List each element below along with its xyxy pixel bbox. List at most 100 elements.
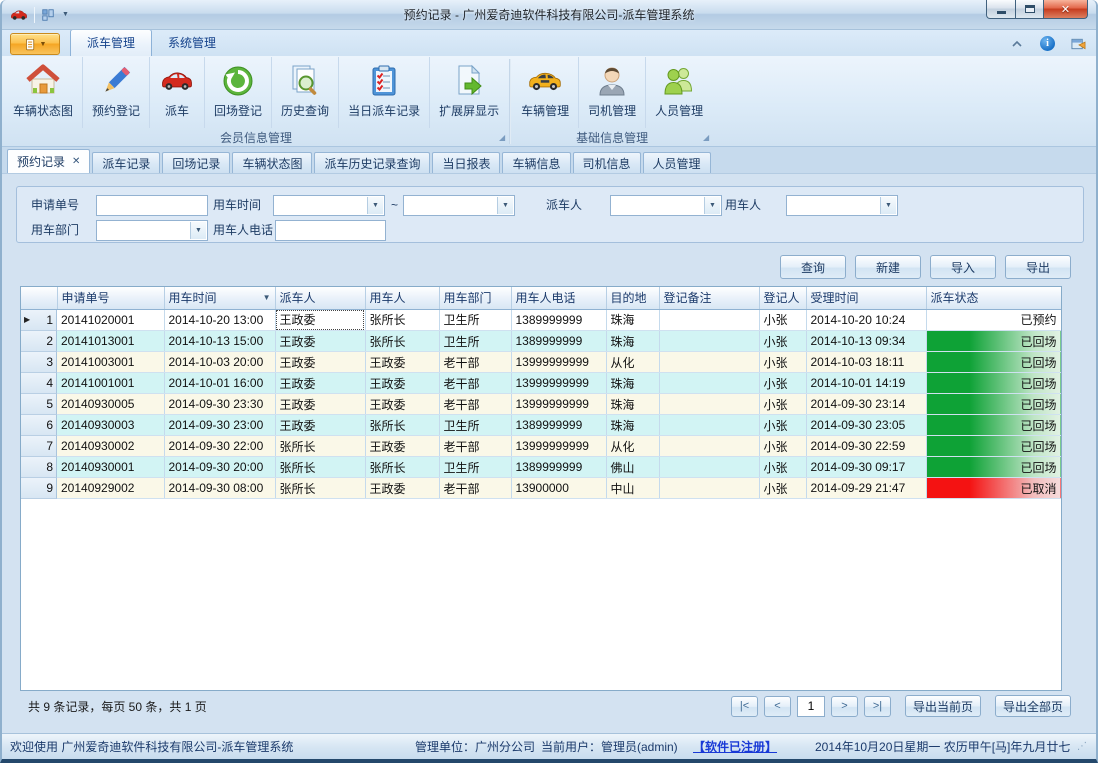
cell[interactable]: 王政委 <box>275 352 365 373</box>
ribbon-button-extend-screen[interactable]: 扩展屏显示 <box>430 57 508 128</box>
minimize-button[interactable] <box>986 0 1016 19</box>
table-row[interactable]: 9201409290022014-09-30 08:00张所长王政委老干部139… <box>21 478 1061 499</box>
next-page-button[interactable]: > <box>831 696 858 717</box>
row-indicator-cell[interactable]: ▶1 <box>21 310 57 331</box>
cell[interactable]: 2014-09-30 08:00 <box>164 478 275 499</box>
cell[interactable]: 张所长 <box>275 457 365 478</box>
cell[interactable]: 佛山 <box>606 457 659 478</box>
dispatch-status-cell[interactable]: 已回场 <box>926 415 1061 436</box>
column-header[interactable]: 受理时间 <box>806 287 926 309</box>
cell[interactable]: 2014-09-30 23:14 <box>806 394 926 415</box>
ribbon-button-recycle[interactable]: 回场登记 <box>205 57 272 128</box>
ribbon-tab-inactive[interactable]: 系统管理 <box>152 30 232 56</box>
cell[interactable]: 2014-09-30 22:00 <box>164 436 275 457</box>
cell[interactable]: 王政委 <box>275 331 365 352</box>
application-menu-button[interactable]: ▼ <box>10 33 60 55</box>
cell[interactable]: 20140930003 <box>57 415 164 436</box>
cell[interactable] <box>659 309 759 331</box>
cell[interactable]: 张所长 <box>275 478 365 499</box>
cell[interactable]: 张所长 <box>365 457 439 478</box>
cell[interactable]: 小张 <box>759 331 806 352</box>
cell[interactable]: 2014-10-01 14:19 <box>806 373 926 394</box>
chevron-down-icon[interactable]: ▼ <box>880 197 896 214</box>
export-all-pages-button[interactable]: 导出全部页 <box>995 695 1071 717</box>
cell[interactable]: 卫生所 <box>439 415 511 436</box>
column-header[interactable] <box>21 287 57 309</box>
ribbon-button-driver[interactable]: 司机管理 <box>579 57 646 128</box>
document-tab[interactable]: 回场记录 <box>162 152 230 173</box>
cell[interactable]: 张所长 <box>365 415 439 436</box>
cell[interactable]: 20141001001 <box>57 373 164 394</box>
cell[interactable] <box>659 331 759 352</box>
feedback-mail-icon[interactable] <box>1071 36 1086 51</box>
cell[interactable]: 王政委 <box>365 373 439 394</box>
table-row[interactable]: ▶1201410200012014-10-20 13:00王政委张所长卫生所13… <box>21 309 1061 331</box>
cell[interactable]: 20141020001 <box>57 309 164 331</box>
row-indicator-cell[interactable]: 6 <box>21 415 57 436</box>
table-row[interactable]: 7201409300022014-09-30 22:00张所长王政委老干部139… <box>21 436 1061 457</box>
cell[interactable]: 13999999999 <box>511 373 606 394</box>
ribbon-button-clipboard-check[interactable]: 当日派车记录 <box>339 57 430 128</box>
resize-grip[interactable]: ⋰ <box>1077 741 1088 752</box>
column-header[interactable]: 用车部门 <box>439 287 511 309</box>
cell[interactable]: 2014-10-20 13:00 <box>164 309 275 331</box>
cell[interactable]: 1389999999 <box>511 457 606 478</box>
license-registered-link[interactable]: 【软件已注册】 <box>693 738 815 755</box>
column-header[interactable]: 派车人 <box>275 287 365 309</box>
cell[interactable]: 老干部 <box>439 394 511 415</box>
cell[interactable]: 20141013001 <box>57 331 164 352</box>
cell[interactable]: 20140930002 <box>57 436 164 457</box>
car-user-combo[interactable]: ▼ <box>786 195 898 216</box>
cell[interactable]: 卫生所 <box>439 309 511 331</box>
row-indicator-cell[interactable]: 5 <box>21 394 57 415</box>
cell[interactable]: 珠海 <box>606 373 659 394</box>
cell[interactable]: 中山 <box>606 478 659 499</box>
row-indicator-cell[interactable]: 8 <box>21 457 57 478</box>
document-tab[interactable]: 预约记录✕ <box>7 149 90 173</box>
quick-access-layout-icon[interactable] <box>41 8 55 22</box>
table-row[interactable]: 3201410030012014-10-03 20:00王政委王政委老干部139… <box>21 352 1061 373</box>
cell[interactable]: 小张 <box>759 394 806 415</box>
cell[interactable]: 2014-09-30 23:05 <box>806 415 926 436</box>
chevron-down-icon[interactable]: ▼ <box>190 222 206 239</box>
ribbon-button-people[interactable]: 人员管理 <box>646 57 712 128</box>
cell[interactable]: 2014-10-13 09:34 <box>806 331 926 352</box>
filter-arrow-icon[interactable]: ▼ <box>263 293 271 302</box>
cell[interactable]: 2014-10-03 20:00 <box>164 352 275 373</box>
cell[interactable]: 小张 <box>759 352 806 373</box>
cell[interactable]: 从化 <box>606 352 659 373</box>
document-tab[interactable]: 司机信息 <box>573 152 641 173</box>
cell[interactable]: 2014-10-20 10:24 <box>806 309 926 331</box>
row-indicator-cell[interactable]: 2 <box>21 331 57 352</box>
close-tab-icon[interactable]: ✕ <box>72 157 80 167</box>
cell[interactable]: 小张 <box>759 415 806 436</box>
cell[interactable]: 2014-09-30 20:00 <box>164 457 275 478</box>
table-row[interactable]: 6201409300032014-09-30 23:00王政委张所长卫生所138… <box>21 415 1061 436</box>
column-header[interactable]: 派车状态 <box>926 287 1061 309</box>
cell[interactable]: 20141003001 <box>57 352 164 373</box>
dispatch-status-cell[interactable]: 已回场 <box>926 436 1061 457</box>
collapse-ribbon-icon[interactable] <box>1009 36 1024 51</box>
chevron-down-icon[interactable]: ▼ <box>704 197 720 214</box>
cell[interactable]: 从化 <box>606 436 659 457</box>
prev-page-button[interactable]: < <box>764 696 791 717</box>
cell[interactable]: 13999999999 <box>511 436 606 457</box>
cell[interactable]: 王政委 <box>275 415 365 436</box>
table-row[interactable]: 5201409300052014-09-30 23:30王政委王政委老干部139… <box>21 394 1061 415</box>
table-row[interactable]: 4201410010012014-10-01 16:00王政委王政委老干部139… <box>21 373 1061 394</box>
column-header[interactable]: 登记备注 <box>659 287 759 309</box>
dispatch-status-cell[interactable]: 已回场 <box>926 394 1061 415</box>
use-time-to-combo[interactable]: ▼ <box>403 195 515 216</box>
info-icon[interactable]: i <box>1040 36 1055 51</box>
cell[interactable]: 珠海 <box>606 331 659 352</box>
document-tab[interactable]: 当日报表 <box>432 152 500 173</box>
export-current-page-button[interactable]: 导出当前页 <box>905 695 981 717</box>
document-tab[interactable]: 车辆信息 <box>502 152 570 173</box>
cell[interactable]: 20140930005 <box>57 394 164 415</box>
cell[interactable]: 1389999999 <box>511 309 606 331</box>
cell[interactable]: 老干部 <box>439 478 511 499</box>
department-combo[interactable]: ▼ <box>96 220 208 241</box>
dispatch-status-cell[interactable]: 已回场 <box>926 373 1061 394</box>
cell[interactable]: 王政委 <box>275 309 365 331</box>
cell[interactable]: 小张 <box>759 436 806 457</box>
